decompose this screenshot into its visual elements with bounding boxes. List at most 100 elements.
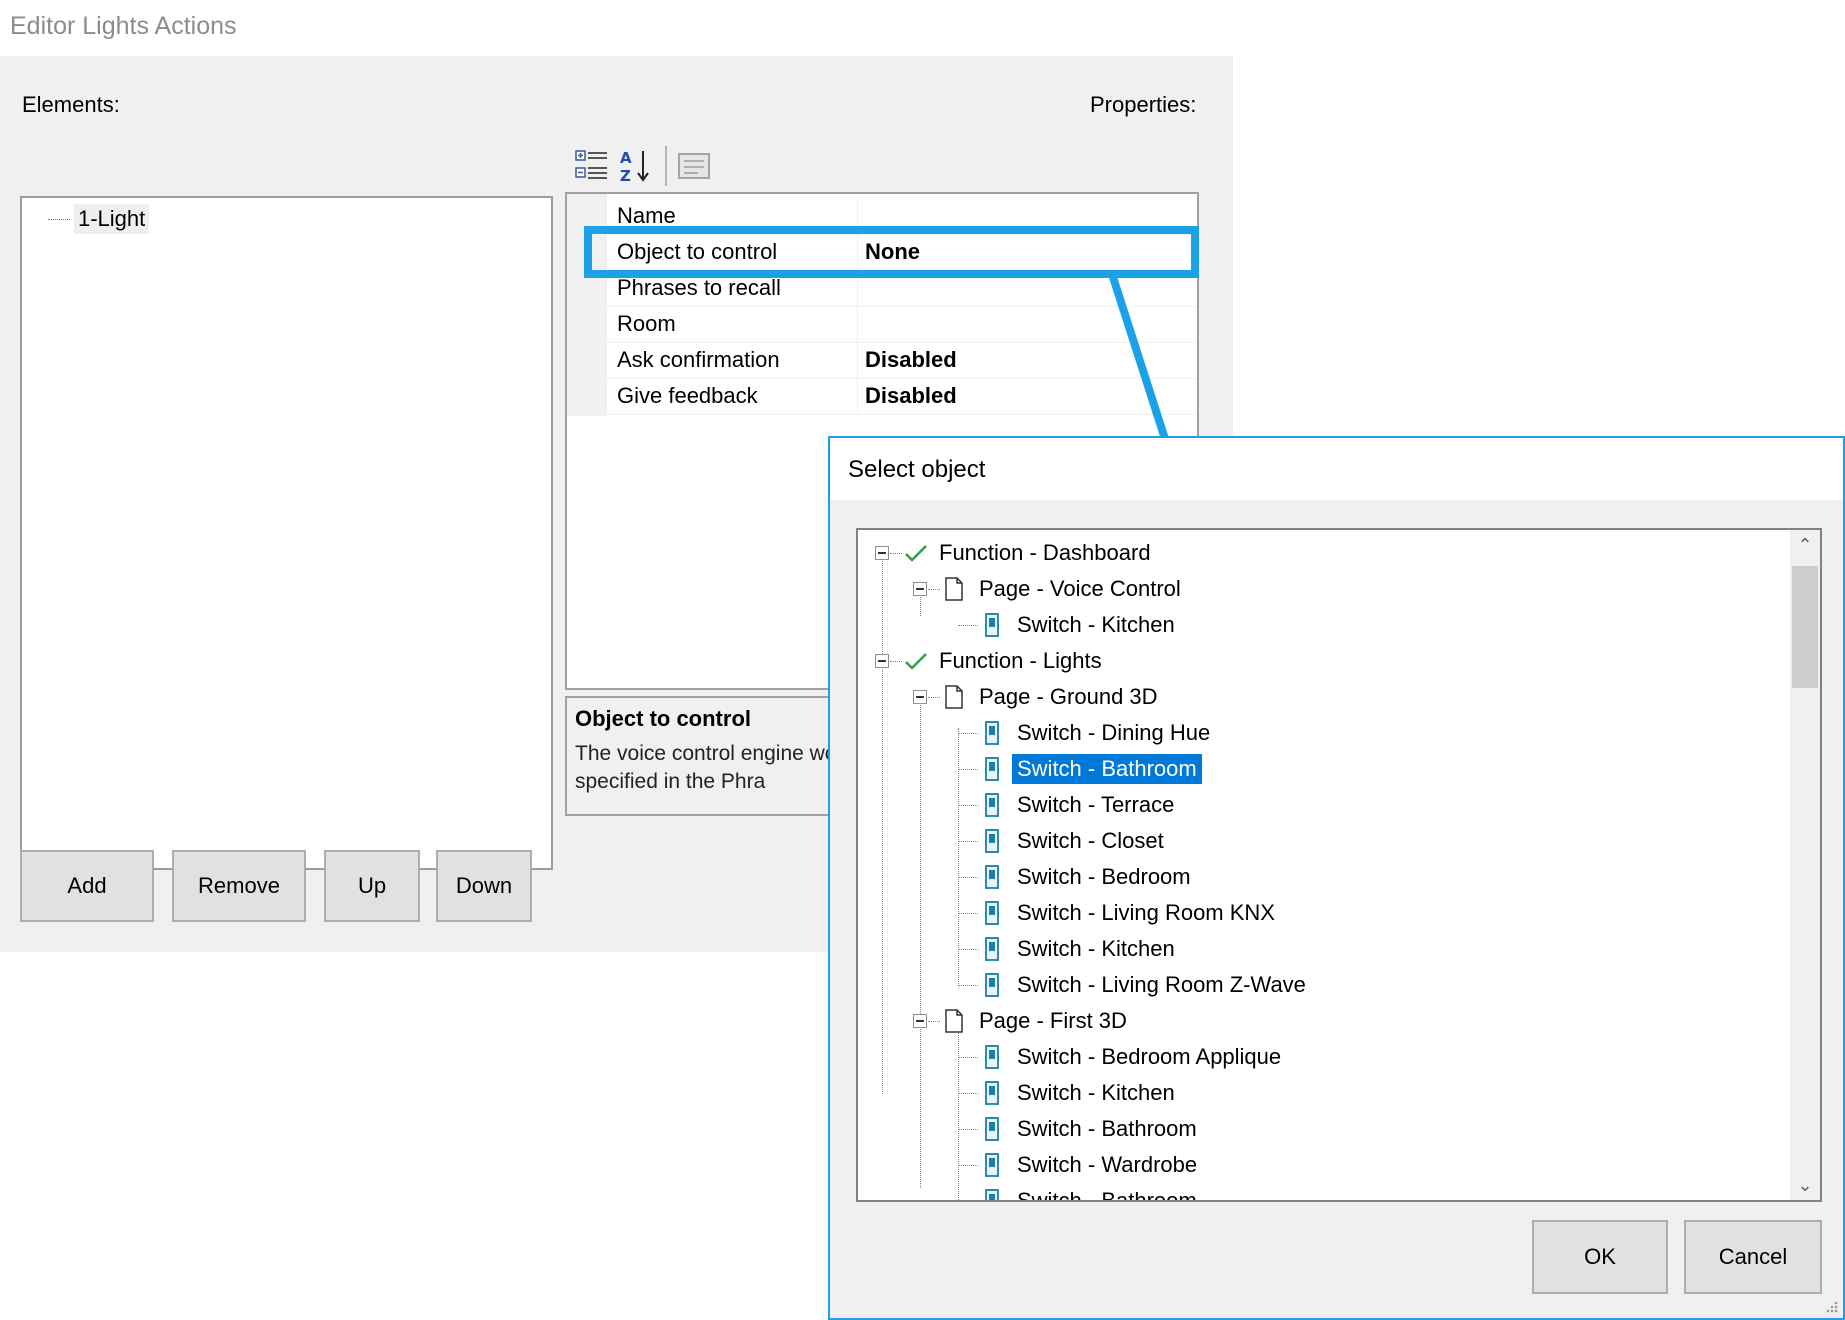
tree-node-label: Switch - Wardrobe bbox=[1017, 1152, 1198, 1177]
tree-node-switch-selected[interactable]: Switch - Bathroom bbox=[982, 752, 1202, 786]
properties-label: Properties: bbox=[1090, 92, 1197, 117]
tree-connector bbox=[958, 877, 978, 878]
tree-node-switch[interactable]: Switch - Living Room KNX bbox=[982, 896, 1280, 930]
svg-text:Z: Z bbox=[620, 167, 631, 184]
collapse-toggle[interactable] bbox=[913, 1014, 927, 1028]
tree-node-switch[interactable]: Switch - Living Room Z-Wave bbox=[982, 968, 1311, 1002]
tree-node-label: Switch - Living Room KNX bbox=[1017, 900, 1275, 925]
tree-guide-line bbox=[882, 554, 883, 1094]
categorized-view-icon[interactable] bbox=[574, 148, 610, 184]
tree-node-switch[interactable]: Switch - Bedroom Applique bbox=[982, 1040, 1286, 1074]
scroll-up-arrow-icon[interactable]: ⌃ bbox=[1790, 530, 1820, 560]
tree-scrollbar[interactable]: ⌃ ⌄ bbox=[1790, 530, 1820, 1200]
switch-icon bbox=[985, 1189, 999, 1200]
tree-connector bbox=[958, 949, 978, 950]
switch-icon bbox=[985, 1117, 999, 1141]
object-tree[interactable]: Function - Dashboard Page - Voice Contro… bbox=[856, 528, 1822, 1202]
tree-node-label: Switch - Kitchen bbox=[1017, 612, 1175, 637]
tree-node-page[interactable]: Page - First 3D bbox=[944, 1004, 1132, 1038]
tree-connector bbox=[958, 985, 978, 986]
property-name: Phrases to recall bbox=[617, 275, 781, 300]
tree-connector bbox=[890, 553, 902, 554]
down-button[interactable]: Down bbox=[436, 850, 532, 922]
tree-node-switch[interactable]: Switch - Wardrobe bbox=[982, 1148, 1202, 1182]
tree-node-label: Function - Dashboard bbox=[939, 540, 1151, 565]
check-icon bbox=[905, 545, 927, 562]
tree-node-switch[interactable]: Switch - Kitchen bbox=[982, 932, 1180, 966]
switch-icon bbox=[985, 1045, 999, 1069]
property-row-room[interactable]: Room bbox=[607, 306, 1197, 343]
tree-node-label: Function - Lights bbox=[939, 648, 1102, 673]
tree-node-label: Switch - Kitchen bbox=[1017, 1080, 1175, 1105]
collapse-toggle[interactable] bbox=[875, 546, 889, 560]
page-icon bbox=[945, 577, 963, 601]
tree-node-switch[interactable]: Switch - Terrace bbox=[982, 788, 1179, 822]
tree-node-switch[interactable]: Switch - Bedroom bbox=[982, 860, 1196, 894]
property-row-give-feedback[interactable]: Give feedback Disabled bbox=[607, 378, 1197, 415]
tree-connector bbox=[958, 1201, 978, 1202]
collapse-toggle[interactable] bbox=[913, 582, 927, 596]
tree-connector bbox=[958, 805, 978, 806]
property-name: Room bbox=[617, 311, 676, 336]
highlight-callout-box bbox=[584, 226, 1199, 278]
tree-node-label: Switch - Bathroom bbox=[1012, 754, 1202, 784]
remove-button[interactable]: Remove bbox=[172, 850, 306, 922]
tree-node-switch[interactable]: Switch - Bathroom bbox=[982, 1184, 1202, 1202]
tree-connector bbox=[958, 841, 978, 842]
check-icon bbox=[905, 653, 927, 670]
sort-alphabetical-icon[interactable]: A Z bbox=[618, 148, 654, 184]
tree-node-switch[interactable]: Switch - Closet bbox=[982, 824, 1169, 858]
cancel-button[interactable]: Cancel bbox=[1684, 1220, 1822, 1294]
tree-connector bbox=[958, 1057, 978, 1058]
window-title: Editor Lights Actions bbox=[10, 12, 237, 40]
tree-connector bbox=[958, 625, 978, 626]
elements-label: Elements: bbox=[22, 92, 120, 117]
property-value: Disabled bbox=[865, 383, 957, 408]
tree-connector bbox=[928, 1021, 940, 1022]
tree-node-label: Page - Voice Control bbox=[979, 576, 1181, 601]
property-name: Ask confirmation bbox=[617, 347, 780, 372]
tree-guide-line bbox=[920, 696, 921, 1188]
property-splitter bbox=[857, 306, 858, 342]
page-icon bbox=[945, 685, 963, 709]
element-item-label: 1-Light bbox=[74, 204, 150, 234]
property-value: Disabled bbox=[865, 347, 957, 372]
tree-node-page[interactable]: Page - Voice Control bbox=[944, 572, 1186, 606]
property-pages-icon[interactable] bbox=[676, 148, 712, 184]
resize-grip-icon[interactable] bbox=[1823, 1298, 1839, 1314]
switch-icon bbox=[985, 829, 999, 853]
switch-icon bbox=[985, 865, 999, 889]
up-button[interactable]: Up bbox=[324, 850, 420, 922]
tree-node-function[interactable]: Function - Lights bbox=[902, 644, 1107, 678]
tree-node-function[interactable]: Function - Dashboard bbox=[902, 536, 1156, 570]
property-name: Give feedback bbox=[617, 383, 758, 408]
collapse-toggle[interactable] bbox=[875, 654, 889, 668]
property-splitter bbox=[857, 342, 858, 378]
tree-node-switch[interactable]: Switch - Kitchen bbox=[982, 608, 1180, 642]
property-row-ask-confirmation[interactable]: Ask confirmation Disabled bbox=[607, 342, 1197, 379]
scroll-thumb[interactable] bbox=[1792, 566, 1818, 688]
tree-connector bbox=[958, 1129, 978, 1130]
tree-node-switch[interactable]: Switch - Bathroom bbox=[982, 1112, 1202, 1146]
element-item[interactable]: 1-Light bbox=[48, 204, 150, 234]
scroll-down-arrow-icon[interactable]: ⌄ bbox=[1790, 1170, 1820, 1200]
tree-node-label: Switch - Bathroom bbox=[1017, 1188, 1197, 1202]
tree-node-switch[interactable]: Switch - Kitchen bbox=[982, 1076, 1180, 1110]
tree-connector bbox=[958, 1093, 978, 1094]
elements-list[interactable]: 1-Light bbox=[20, 196, 553, 870]
switch-icon bbox=[985, 901, 999, 925]
tree-connector bbox=[890, 661, 902, 662]
tree-node-label: Switch - Kitchen bbox=[1017, 936, 1175, 961]
ok-button[interactable]: OK bbox=[1532, 1220, 1668, 1294]
collapse-toggle[interactable] bbox=[913, 690, 927, 704]
tree-connector bbox=[958, 733, 978, 734]
tree-connector bbox=[958, 913, 978, 914]
switch-icon bbox=[985, 1153, 999, 1177]
tree-node-page[interactable]: Page - Ground 3D bbox=[944, 680, 1163, 714]
switch-icon bbox=[985, 1081, 999, 1105]
add-button[interactable]: Add bbox=[20, 850, 154, 922]
tree-node-switch[interactable]: Switch - Dining Hue bbox=[982, 716, 1215, 750]
svg-text:A: A bbox=[620, 149, 632, 167]
toolbar-separator bbox=[665, 146, 667, 186]
tree-node-label: Switch - Bathroom bbox=[1017, 1116, 1197, 1141]
